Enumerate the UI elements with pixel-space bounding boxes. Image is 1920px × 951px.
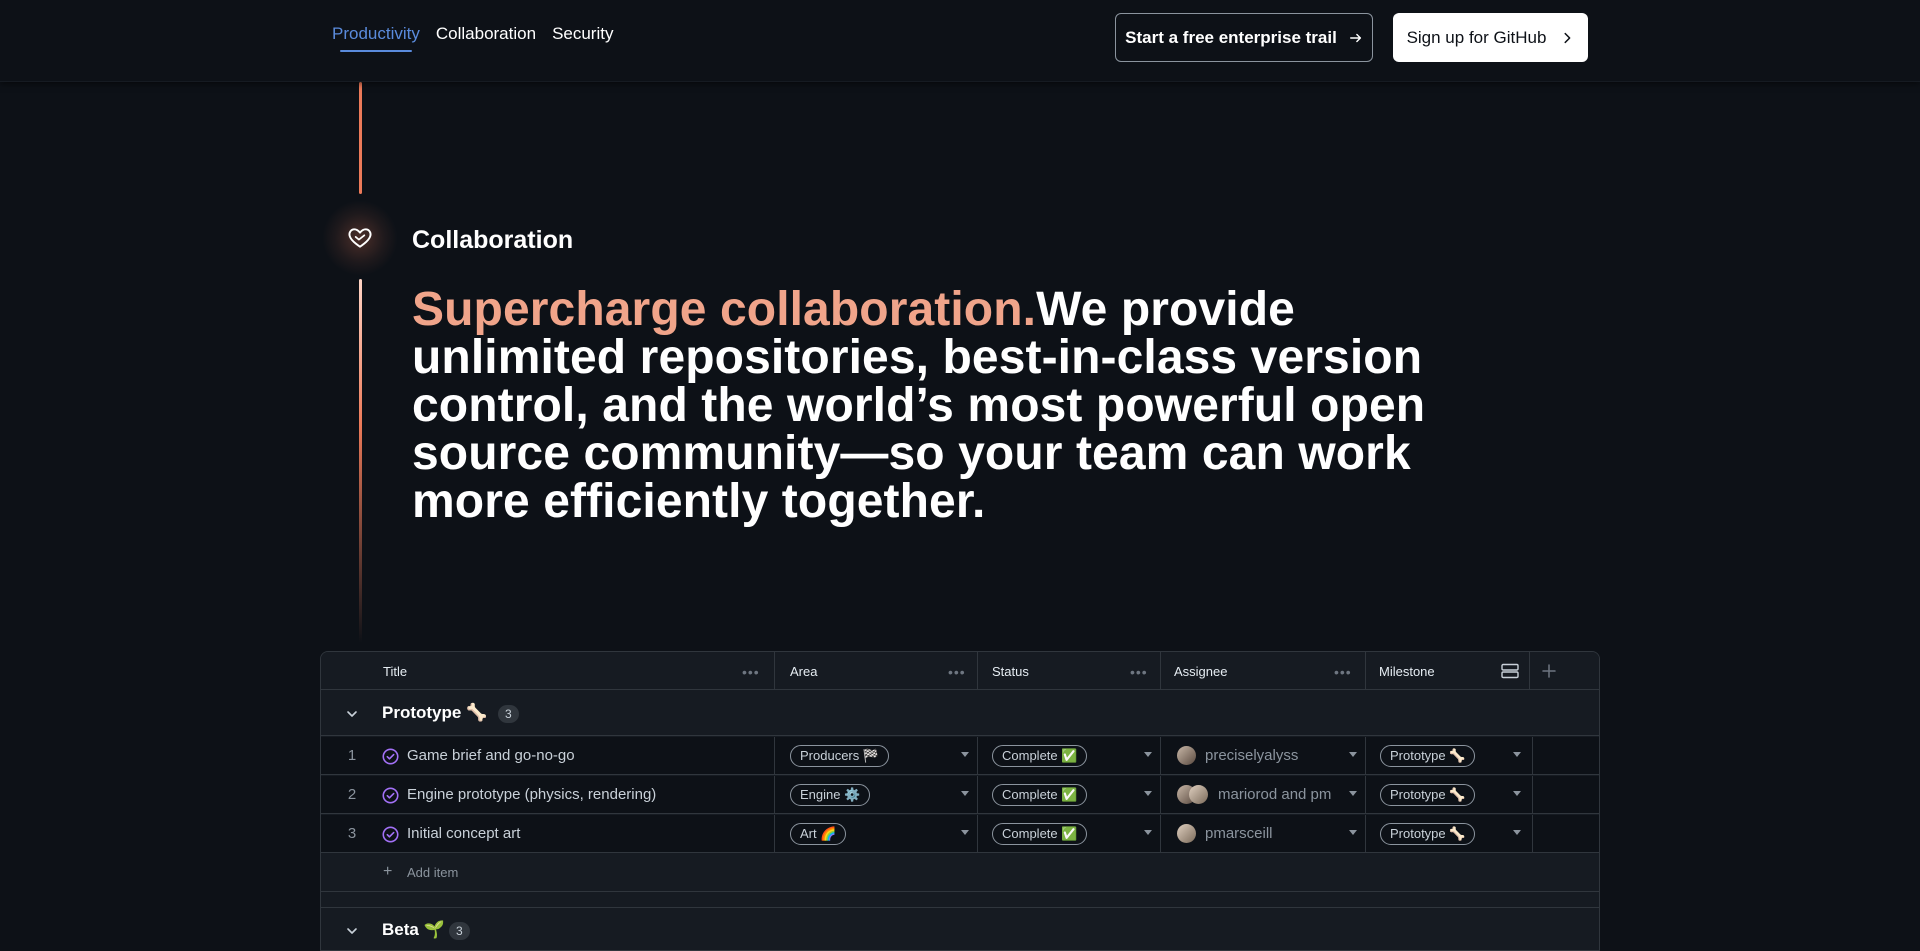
tab-security[interactable]: Security [552,24,613,50]
headline-line-2: unlimited repositories, best-in-class ve… [412,331,1423,384]
avatar [1189,785,1208,804]
timeline-line-bottom [359,279,362,643]
issue-closed-icon [382,787,399,804]
dropdown-caret-icon[interactable] [1144,752,1152,757]
milestone-tag[interactable]: Prototype 🦴 [1380,823,1476,845]
add-item-row[interactable]: + Add item [321,854,1599,892]
column-title[interactable]: Title [383,652,407,690]
timeline-line-top [359,82,362,194]
avatar [1177,824,1196,843]
milestone-tag[interactable]: Prototype 🦴 [1380,745,1476,767]
enterprise-trial-label: Start a free enterprise trail [1125,27,1337,47]
hero-headline: Supercharge collaboration.We provide unl… [412,286,1462,526]
assignee-name[interactable]: preciselyalyss [1205,747,1298,764]
table-row[interactable]: 2 Engine prototype (physics, rendering) … [321,776,1599,814]
project-table: Title ••• Area ••• Status ••• Assignee •… [320,651,1600,951]
area-tag[interactable]: Art 🌈 [790,823,847,845]
group-header-prototype[interactable]: Prototype 🦴 3 [321,691,1599,736]
chevron-down-icon[interactable] [345,924,359,938]
row-number: 3 [347,825,357,842]
group-title: Beta 🌱 [382,920,445,939]
dropdown-caret-icon[interactable] [1513,791,1521,796]
dropdown-caret-icon[interactable] [1349,830,1357,835]
dropdown-caret-icon[interactable] [1349,791,1357,796]
group-count-badge: 3 [449,922,470,940]
section-label: Collaboration [412,226,574,254]
dropdown-caret-icon[interactable] [1349,752,1357,757]
group-header-beta[interactable]: Beta 🌱 3 [321,907,1599,950]
chevron-right-icon [1564,32,1571,43]
area-tag[interactable]: Engine ⚙️ [790,784,871,806]
milestone-tag[interactable]: Prototype 🦴 [1380,784,1476,806]
column-status[interactable]: Status [992,652,1029,690]
assignee-name[interactable]: pmarsceill [1205,825,1273,842]
add-item-label[interactable]: Add item [407,865,458,880]
handshake-heart-icon [348,228,372,248]
group-title: Prototype 🦴 [382,703,488,722]
row-title[interactable]: Initial concept art [407,825,520,842]
headline-line-4: source community—so your team can work [412,427,1411,480]
issue-closed-icon [382,826,399,843]
signup-label: Sign up for GitHub [1406,27,1547,47]
table-header: Title ••• Area ••• Status ••• Assignee •… [321,652,1599,690]
column-menu-icon[interactable]: ••• [948,664,966,680]
headline-line-1: We provide [1036,283,1295,336]
row-number: 1 [347,747,357,764]
table-row[interactable]: 3 Initial concept art Art 🌈 Complete ✅ p… [321,815,1599,853]
area-tag[interactable]: Producers 🏁 [790,745,890,767]
chevron-down-icon[interactable] [345,707,359,721]
assignee-name[interactable]: mariorod and pm [1218,786,1331,803]
headline-line-3: control, and the world’s most powerful o… [412,379,1426,432]
dropdown-caret-icon[interactable] [1513,752,1521,757]
dropdown-caret-icon[interactable] [961,830,969,835]
group-by-icon[interactable] [1501,663,1519,679]
dropdown-caret-icon[interactable] [961,791,969,796]
row-title[interactable]: Engine prototype (physics, rendering) [407,786,656,803]
enterprise-trial-button[interactable]: Start a free enterprise trail [1115,13,1373,62]
dropdown-caret-icon[interactable] [1513,830,1521,835]
column-menu-icon[interactable]: ••• [1130,664,1148,680]
status-tag[interactable]: Complete ✅ [992,823,1088,845]
group-count-badge: 3 [498,705,519,723]
headline-accent: Supercharge collaboration. [412,283,1037,336]
tab-collaboration[interactable]: Collaboration [436,24,536,50]
dropdown-caret-icon[interactable] [1144,830,1152,835]
column-menu-icon[interactable]: ••• [742,664,760,680]
table-row[interactable]: 1 Game brief and go-no-go Producers 🏁 Co… [321,737,1599,775]
arrow-right-icon [1349,33,1361,42]
signup-button[interactable]: Sign up for GitHub [1393,13,1588,62]
plus-icon: + [383,863,393,880]
status-tag[interactable]: Complete ✅ [992,784,1088,806]
row-title[interactable]: Game brief and go-no-go [407,747,575,764]
top-navigation: Productivity Collaboration Security Star… [0,0,1920,82]
feature-tabs: Productivity Collaboration Security [332,24,613,52]
tab-productivity[interactable]: Productivity [332,24,420,52]
issue-closed-icon [382,748,399,765]
column-assignee[interactable]: Assignee [1174,652,1227,690]
avatar [1177,746,1196,765]
row-number: 2 [347,786,357,803]
dropdown-caret-icon[interactable] [961,752,969,757]
column-menu-icon[interactable]: ••• [1334,664,1352,680]
column-milestone[interactable]: Milestone [1379,652,1435,690]
headline-line-5: more efficiently together. [412,475,986,528]
dropdown-caret-icon[interactable] [1144,791,1152,796]
add-column-icon[interactable] [1542,664,1556,678]
column-area[interactable]: Area [790,652,817,690]
status-tag[interactable]: Complete ✅ [992,745,1088,767]
